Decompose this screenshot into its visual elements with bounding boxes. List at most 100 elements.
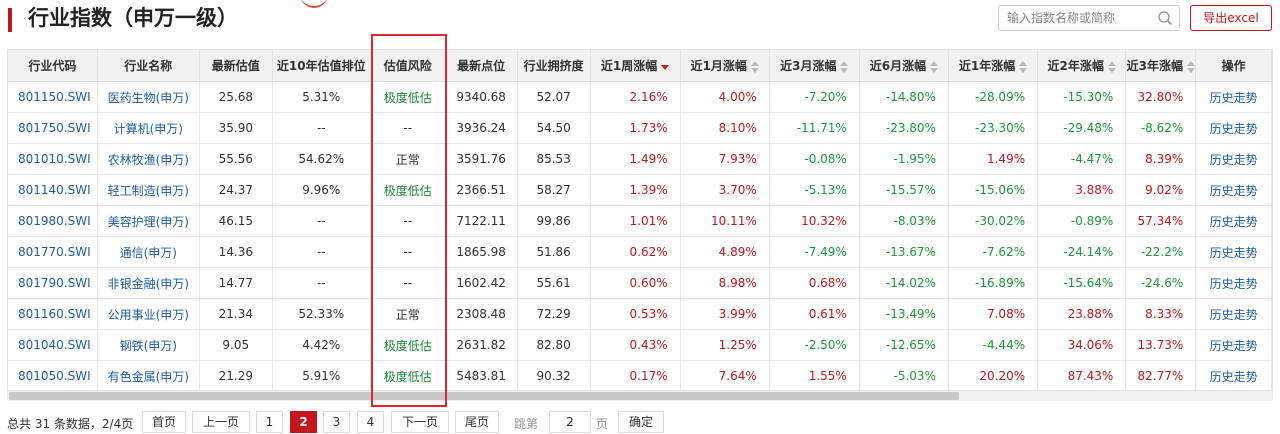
page-button-3[interactable]: 3 [323,411,350,433]
cell-y3: 32.80% [1125,81,1197,113]
industry-code-link[interactable]: 801770.SWI [8,236,98,268]
last-page-button[interactable]: 尾页 [455,411,499,433]
industry-name-link[interactable]: 钢铁(申万) [97,329,200,361]
cell-y1: -16.89% [948,267,1039,299]
history-trend-link[interactable]: 历史走势 [1195,112,1272,144]
sort-desc-icon[interactable] [661,61,670,73]
cell-crowd: 99.86 [517,205,591,237]
industry-name-link[interactable]: 美容护理(申万) [97,205,200,237]
cell-risk: 极度低估 [370,81,446,113]
search-box[interactable] [998,5,1180,31]
sort-icon[interactable] [1107,60,1116,73]
column-header[interactable]: 近3年涨幅 [1125,50,1197,82]
column-header-label: 最新估值 [211,59,260,73]
cell-w1: 1.73% [590,112,681,144]
page-jump-input[interactable] [549,411,591,433]
page-button-1[interactable]: 1 [256,411,283,433]
industry-name-link[interactable]: 医药生物(申万) [97,81,200,113]
cell-w1: 1.39% [590,174,681,206]
cell-m3: 1.55% [769,360,860,390]
horizontal-scrollbar[interactable] [7,391,1273,401]
industry-code-link[interactable]: 801010.SWI [8,143,98,175]
industry-code-link[interactable]: 801980.SWI [8,205,98,237]
history-trend-link[interactable]: 历史走势 [1195,360,1272,390]
column-header-label: 行业代码 [28,59,77,73]
industry-index-page: 行业指数（申万一级） 导出excel 行业代码 行业名称 最新估值 近10年估值排位 估… [0,0,1280,434]
industry-code-link[interactable]: 801790.SWI [8,267,98,299]
cell-crowd: 72.29 [517,298,591,330]
page-header: 行业指数（申万一级） 导出excel [0,0,1280,40]
cell-crowd: 82.80 [517,329,591,361]
industry-name-link[interactable]: 农林牧渔(申万) [97,143,200,175]
cell-w1: 0.43% [590,329,681,361]
cell-y3: 13.73% [1125,329,1197,361]
search-icon[interactable] [1157,10,1173,26]
cell-m6: -12.65% [859,329,949,361]
history-trend-link[interactable]: 历史走势 [1195,143,1272,175]
page-button-4[interactable]: 4 [357,411,384,433]
history-trend-link[interactable]: 历史走势 [1195,205,1272,237]
history-trend-link[interactable]: 历史走势 [1195,236,1272,268]
column-header-label: 近1年涨幅 [958,59,1016,73]
industry-name-link[interactable]: 有色金属(申万) [97,360,200,390]
cell-m3: -5.13% [769,174,860,206]
column-header[interactable]: 近1月涨幅 [680,50,770,82]
column-header-label: 近6月涨幅 [869,59,927,73]
cell-m1: 8.98% [680,267,770,299]
cell-pe: 46.15 [199,205,273,237]
history-trend-link[interactable]: 历史走势 [1195,298,1272,330]
cell-point: 1602.42 [445,267,518,299]
sort-icon[interactable] [840,60,849,73]
cell-pe: 35.90 [199,112,273,144]
cell-y2: -15.64% [1037,267,1127,299]
sort-icon[interactable] [750,60,759,73]
sort-icon[interactable] [930,60,939,73]
cell-rank: -- [272,205,371,237]
cell-point: 3936.24 [445,112,518,144]
cell-risk: 正常 [370,298,446,330]
industry-name-link[interactable]: 公用事业(申万) [97,298,200,330]
column-header[interactable]: 近1年涨幅 [948,50,1039,82]
cell-m3: -7.49% [769,236,860,268]
cell-pe: 14.77 [199,267,273,299]
column-header-label: 近2年涨幅 [1047,59,1104,73]
history-trend-link[interactable]: 历史走势 [1195,81,1272,113]
page-button-2-current[interactable]: 2 [290,411,317,433]
prev-page-button[interactable]: 上一页 [192,411,250,433]
industry-code-link[interactable]: 801140.SWI [8,174,98,206]
cell-y3: 8.33% [1125,298,1197,330]
next-page-button[interactable]: 下一页 [391,411,449,433]
jump-suffix-label: 页 [596,417,609,431]
scrollbar-thumb[interactable] [9,392,959,400]
industry-code-link[interactable]: 801160.SWI [8,298,98,330]
industry-name-link[interactable]: 通信(申万) [97,236,200,268]
industry-name-link[interactable]: 计算机(申万) [97,112,200,144]
cell-pe: 14.36 [199,236,273,268]
cell-m1: 3.70% [680,174,770,206]
industry-name-link[interactable]: 轻工制造(申万) [97,174,200,206]
history-trend-link[interactable]: 历史走势 [1195,267,1272,299]
industry-code-link[interactable]: 801040.SWI [8,329,98,361]
industry-name-link[interactable]: 非银金融(申万) [97,267,200,299]
industry-code-link[interactable]: 801150.SWI [8,81,98,113]
history-trend-link[interactable]: 历史走势 [1195,174,1272,206]
column-header[interactable]: 近1周涨幅 [590,50,681,82]
export-excel-button[interactable]: 导出excel [1190,5,1272,31]
history-trend-link[interactable]: 历史走势 [1195,329,1272,361]
cell-m1: 8.10% [680,112,770,144]
cell-risk: 极度低估 [370,174,446,206]
column-header[interactable]: 近6月涨幅 [859,50,949,82]
industry-code-link[interactable]: 801050.SWI [8,360,98,390]
sort-icon[interactable] [1186,60,1195,73]
first-page-button[interactable]: 首页 [142,411,186,433]
cell-m3: -0.08% [769,143,860,175]
cell-pe: 24.37 [199,174,273,206]
column-header[interactable]: 近3月涨幅 [769,50,860,82]
search-input[interactable] [1007,9,1147,27]
industry-code-link[interactable]: 801750.SWI [8,112,98,144]
column-header[interactable]: 近2年涨幅 [1037,50,1127,82]
sort-icon[interactable] [1019,60,1028,73]
jump-confirm-button[interactable]: 确定 [618,411,664,433]
cell-rank: -- [272,236,371,268]
title-accent-bar [8,8,12,32]
